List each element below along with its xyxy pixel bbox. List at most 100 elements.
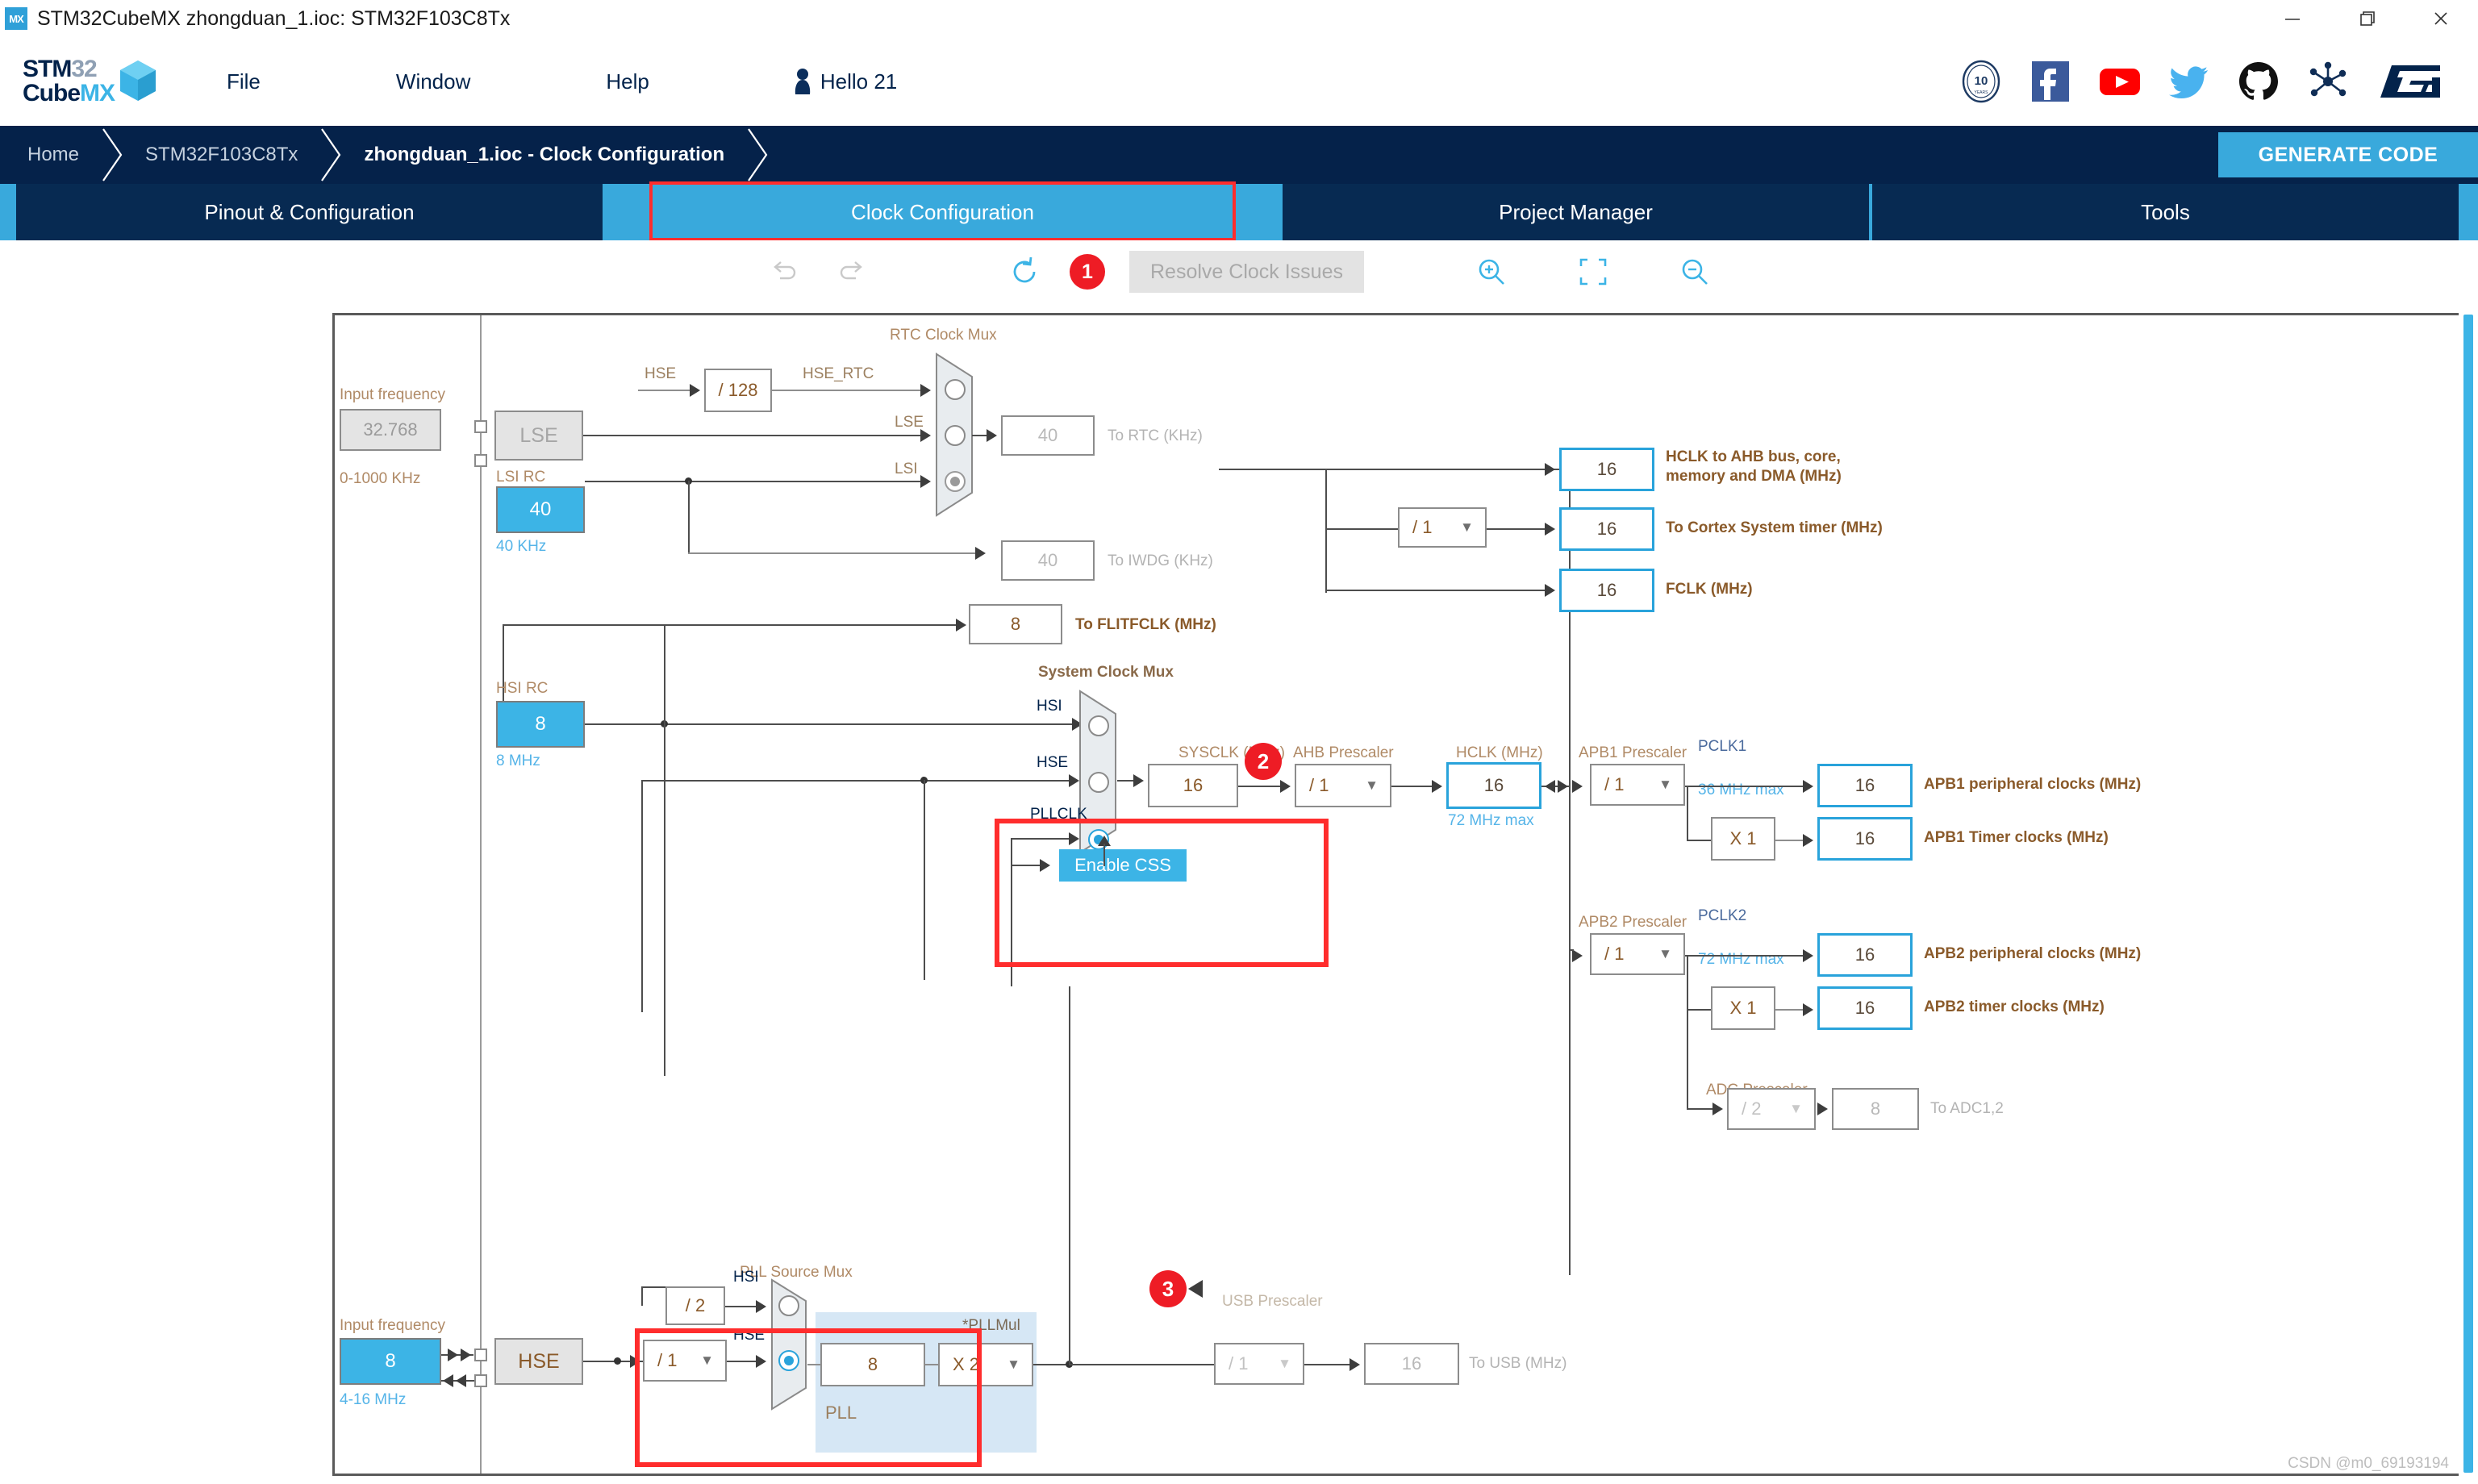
menu-items: File Window Help Hello 21 [227,68,897,95]
scrollbar-thumb[interactable] [2463,315,2473,1473]
facebook-icon[interactable] [2028,59,2073,104]
tab-selected-highlight [649,181,1236,241]
st-logo-icon[interactable] [2375,59,2446,104]
generate-code-button[interactable]: GENERATE CODE [2218,132,2478,177]
cortex-systick-output-field: 16 [1559,507,1654,551]
usb-prescaler-label: USB Prescaler [1222,1293,1323,1310]
wire-arrow [987,429,997,442]
wire [1325,469,1327,470]
tab-project-manager[interactable]: Project Manager [1283,184,1869,240]
close-button[interactable] [2404,0,2478,37]
github-icon[interactable] [2236,59,2281,104]
maximize-button[interactable] [2330,0,2404,37]
minimize-button[interactable] [2255,0,2330,37]
tab-clock-configuration[interactable]: Clock Configuration [649,181,1236,241]
zoom-out-button[interactable] [1661,248,1729,296]
to-iwdg-label: To IWDG (KHz) [1108,552,1213,569]
hse-input-frequency-field[interactable]: 8 [340,1338,441,1385]
ahb-prescaler-select[interactable]: / 1 ▼ [1295,764,1391,807]
twitter-icon[interactable] [2167,59,2212,104]
apb2-prescaler-select[interactable]: / 1 ▼ [1590,933,1685,975]
reset-clock-button[interactable] [991,248,1058,296]
rtc-mux-input-lsi[interactable] [945,471,966,492]
breadcrumb-item-device[interactable]: STM32F103C8Tx [124,126,343,184]
wire-arrow [956,619,966,632]
breadcrumb-item-current[interactable]: zhongduan_1.ioc - Clock Configuration [343,126,770,184]
rtc-mux-input-lse[interactable] [945,425,966,446]
undo-button[interactable] [750,248,818,296]
wire-arrow [1803,949,1813,962]
canvas-vertical-scrollbar[interactable] [2460,313,2478,1476]
rtc-mux-input-hse-rtc[interactable] [945,379,966,400]
wire-arrow [1133,774,1144,787]
hse-rtc-divider-field[interactable]: / 128 [704,369,772,412]
tab-tools[interactable]: Tools [1872,184,2459,240]
hse-block[interactable]: HSE [494,1338,583,1385]
zoom-in-button[interactable] [1458,248,1525,296]
youtube-icon[interactable] [2097,59,2142,104]
wire [583,435,925,436]
breadcrumb-item-home[interactable]: Home [0,126,124,184]
to-flitfclk-label: To FLITFCLK (MHz) [1075,616,1216,633]
menu-window[interactable]: Window [396,69,470,94]
ten-years-badge-icon[interactable]: 10 YEARS [1959,59,2004,104]
breadcrumb-label-home: Home [27,144,80,165]
hsi-value-field[interactable]: 8 [496,701,585,748]
wire-arrow [1545,463,1555,476]
tab-pinout-configuration[interactable]: Pinout & Configuration [16,184,603,240]
apb1-peripheral-field: 16 [1817,764,1913,807]
hclk-label: HCLK (MHz) [1456,744,1543,761]
wire-arrow [1572,949,1583,962]
usb-output-field: 16 [1364,1343,1459,1385]
apb1-prescaler-label: APB1 Prescaler [1579,744,1687,761]
adc-prescaler-select[interactable]: / 2 ▼ [1727,1088,1816,1130]
menu-file[interactable]: File [227,69,261,94]
pll-mux-input-hsi[interactable] [778,1295,799,1316]
lsi-value-field[interactable]: 40 [496,486,585,533]
pclk2-label: PCLK2 [1698,907,1747,924]
wire [1219,469,1566,470]
wire-arrow [1712,1103,1723,1115]
wire-arrow [1069,774,1079,787]
fit-to-screen-button[interactable] [1559,248,1627,296]
hclk-field[interactable]: 16 [1446,762,1541,809]
sysclk-mux-input-hsi[interactable] [1088,715,1109,736]
svg-text:10: 10 [1975,74,1988,88]
to-iwdg-field: 40 [1001,540,1095,581]
wire [1685,786,1806,787]
ahb-prescaler-value: / 1 [1309,775,1329,795]
apb2-timer-multiplier: X 1 [1711,986,1775,1030]
annotation-box-2 [995,819,1329,967]
user-account[interactable]: Hello 21 [793,68,897,95]
breadcrumb: Home STM32F103C8Tx zhongduan_1.ioc - Clo… [0,126,2478,184]
wire-arrow [1817,1103,1828,1115]
wire [641,1286,665,1288]
fit-to-screen-icon [1579,258,1607,286]
tab-label: Pinout & Configuration [204,199,415,224]
social-icons: 10 YEARS [1959,59,2446,104]
community-network-icon[interactable] [2305,59,2351,104]
watermark-text: CSDN @m0_69193194 [2288,1455,2449,1472]
tab-label: Project Manager [1499,199,1653,224]
breadcrumb-label-current: zhongduan_1.ioc - Clock Configuration [364,144,725,165]
wire-junction [614,1357,621,1365]
wire [1304,1364,1354,1365]
redo-button[interactable] [818,248,886,296]
menu-help[interactable]: Help [606,69,649,94]
pllmux-hsi-label: HSI [733,1269,759,1286]
resolve-clock-issues-button[interactable]: Resolve Clock Issues [1129,251,1364,293]
sysclk-mux-input-hse[interactable] [1088,772,1109,793]
lse-input-frequency-label: Input frequency [340,386,445,403]
apb1-prescaler-select[interactable]: / 1 ▼ [1590,764,1685,806]
wire [638,390,695,391]
lse-input-frequency-field[interactable]: 32.768 [340,409,441,451]
cortex-systick-prescaler-select[interactable]: / 1 ▼ [1398,507,1487,548]
wire [1325,590,1546,591]
usb-prescaler-select[interactable]: / 1 ▼ [1214,1343,1304,1385]
clock-configuration-canvas[interactable]: Input frequency 32.768 0-1000 KHz LSE LS… [332,313,2459,1476]
wire [1775,1009,1806,1011]
wire [1685,955,1806,957]
breadcrumb-chevron-icon [319,126,343,184]
zoom-out-icon [1682,259,1708,285]
lse-block[interactable]: LSE [494,411,583,461]
